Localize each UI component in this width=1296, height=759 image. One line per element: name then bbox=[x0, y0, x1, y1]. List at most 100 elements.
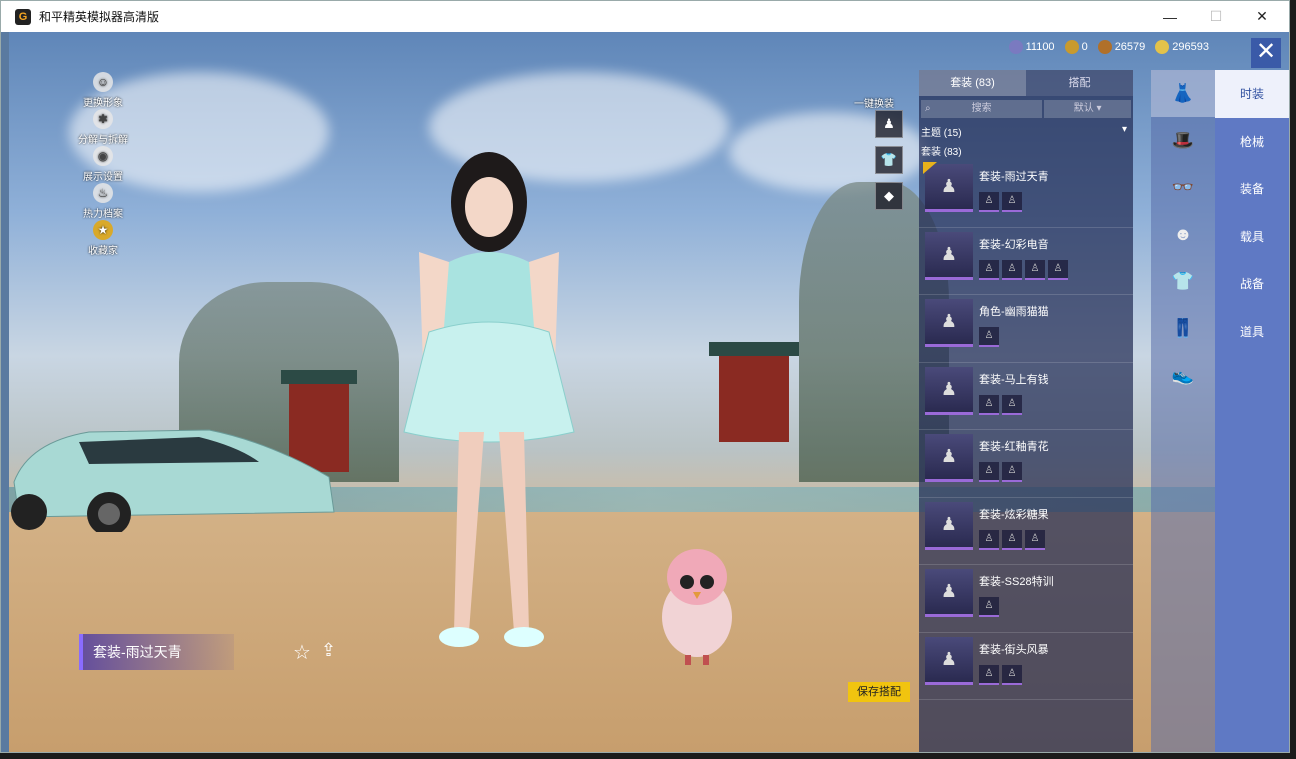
part-thumbnail[interactable]: ♙ bbox=[1025, 259, 1045, 280]
item-parts: ♙ ♙ bbox=[979, 192, 1049, 212]
item-info: 套装-马上有钱 ♙ ♙ bbox=[979, 367, 1049, 415]
heat-archive-button[interactable]: ♨ 热力档案 bbox=[73, 183, 133, 220]
part-thumbnail[interactable]: ♙ bbox=[979, 394, 999, 415]
shoes-icon[interactable]: 👟 bbox=[1151, 352, 1215, 399]
part-thumbnail[interactable]: ♙ bbox=[979, 597, 999, 617]
item-parts: ♙ bbox=[979, 327, 1049, 347]
item-name: 套装-雨过天青 bbox=[979, 171, 1049, 183]
collector-button[interactable]: ★ 收藏家 bbox=[73, 220, 133, 257]
list-item[interactable]: ♟ 套装-街头风暴 ♙ ♙ bbox=[919, 633, 1133, 700]
desktop-strip bbox=[1, 32, 9, 752]
currency-item: 0 bbox=[1064, 40, 1088, 54]
decompose-button[interactable]: ✱ 分解与拆解 bbox=[73, 109, 133, 146]
list-item[interactable]: ♟ 套装-SS28特训 ♙ bbox=[919, 565, 1133, 633]
part-thumbnail[interactable]: ♙ bbox=[1002, 529, 1022, 550]
item-info: 套装-街头风暴 ♙ ♙ bbox=[979, 637, 1049, 685]
coin-blue-icon bbox=[1008, 40, 1023, 54]
part-thumbnail[interactable]: ♙ bbox=[1048, 259, 1068, 280]
search-placeholder: 搜索 bbox=[971, 103, 992, 114]
part-thumbnail[interactable]: ♙ bbox=[979, 192, 999, 212]
currency-value: 11100 bbox=[1025, 41, 1055, 53]
headwear-icon[interactable]: 🎩 bbox=[1151, 117, 1215, 164]
share-icon[interactable]: ⇪ bbox=[321, 640, 345, 664]
part-thumbnail[interactable]: ♙ bbox=[979, 327, 999, 347]
tab-outfits[interactable]: 搭配 bbox=[1026, 70, 1133, 96]
heat-archive-label: 热力档案 bbox=[83, 209, 123, 220]
person-icon: ☺ bbox=[93, 72, 113, 92]
pants-icon[interactable]: 👖 bbox=[1151, 305, 1215, 352]
part-thumbnail[interactable]: ♙ bbox=[979, 462, 999, 482]
chevron-down-icon: ▾ bbox=[1121, 124, 1127, 135]
decompose-label: 分解与拆解 bbox=[78, 135, 128, 146]
minimize-button[interactable]: — bbox=[1147, 1, 1193, 32]
part-thumbnail[interactable]: ♙ bbox=[979, 529, 999, 550]
item-info: 套装-SS28特训 ♙ bbox=[979, 569, 1054, 617]
star-icon[interactable]: ☆ bbox=[293, 640, 317, 664]
sort-dropdown[interactable]: 默认 ▾ bbox=[1044, 100, 1131, 118]
category-props[interactable]: 道具 bbox=[1215, 308, 1289, 356]
group-theme[interactable]: 主题 (15) ▾ bbox=[919, 122, 1133, 141]
currency-value: 0 bbox=[1081, 41, 1088, 53]
current-outfit-label: 套装-雨过天青 bbox=[79, 634, 234, 670]
category-guns[interactable]: 枪械 bbox=[1215, 118, 1289, 166]
temple bbox=[719, 352, 789, 442]
category-nav: 时装 枪械 装备 载具 战备 道具 bbox=[1215, 70, 1289, 752]
top-icon[interactable]: 👕 bbox=[1151, 258, 1215, 305]
quick-tools: ♟ 👕 ◆ bbox=[875, 110, 905, 218]
part-thumbnail[interactable]: ♙ bbox=[979, 664, 999, 685]
part-thumbnail[interactable]: ♙ bbox=[1002, 259, 1022, 280]
currency-item: 26579 bbox=[1097, 40, 1145, 54]
maximize-button[interactable]: ☐ bbox=[1193, 1, 1239, 32]
part-thumbnail[interactable]: ♙ bbox=[1002, 664, 1022, 685]
list-item[interactable]: ♟ 套装-马上有钱 ♙ ♙ bbox=[919, 363, 1133, 430]
item-list: ♟ 套装-雨过天青 ♙ ♙ ♟ 套装-幻彩电音 ♙ ♙ ♙ ♙ ♟ 角色-幽雨猫猫 ♙ ♟ 套装-马上有钱 ♙… bbox=[919, 160, 1133, 700]
outfit-icon[interactable]: 👗 bbox=[1151, 70, 1215, 117]
part-thumbnail[interactable]: ♙ bbox=[1002, 394, 1022, 415]
item-name: 角色-幽雨猫猫 bbox=[979, 306, 1049, 318]
part-thumbnail[interactable]: ♙ bbox=[979, 259, 999, 280]
emblem-icon[interactable]: ◆ bbox=[875, 182, 903, 210]
part-thumbnail[interactable]: ♙ bbox=[1002, 192, 1022, 212]
list-item[interactable]: ♟ 套装-雨过天青 ♙ ♙ bbox=[919, 160, 1133, 228]
outfit-thumbnail: ♟ bbox=[925, 501, 973, 550]
search-row: ⌕ 搜索 默认 ▾ bbox=[921, 100, 1131, 118]
list-item[interactable]: ♟ 套装-炫彩糖果 ♙ ♙ ♙ bbox=[919, 498, 1133, 565]
coin-bronze-icon bbox=[1097, 40, 1112, 54]
part-thumbnail[interactable]: ♙ bbox=[1002, 462, 1022, 482]
outfit-thumbnail: ♟ bbox=[925, 231, 973, 280]
search-input[interactable]: ⌕ 搜索 bbox=[921, 100, 1043, 118]
category-fashion[interactable]: 时装 bbox=[1215, 70, 1289, 118]
app-window: G 和平精英模拟器高清版 — ☐ ✕ ☺ 更换形象 ✱ 分解与拆解 ◉ 展示设置… bbox=[0, 0, 1290, 753]
close-window-button[interactable]: ✕ bbox=[1239, 1, 1285, 32]
change-avatar-button[interactable]: ☺ 更换形象 bbox=[73, 72, 133, 109]
save-outfit-button[interactable]: 保存搭配 bbox=[848, 682, 910, 702]
item-parts: ♙ ♙ ♙ ♙ bbox=[979, 259, 1068, 280]
one-click-outfit[interactable]: 一键换装 bbox=[854, 95, 894, 110]
item-name: 套装-马上有钱 bbox=[979, 373, 1049, 386]
item-info: 套装-红釉青花 ♙ ♙ bbox=[979, 434, 1049, 482]
list-item[interactable]: ♟ 套装-红釉青花 ♙ ♙ bbox=[919, 430, 1133, 498]
character-preview-icon[interactable]: ♟ bbox=[875, 110, 903, 138]
currency-bar: 11100 0 26579 296593 bbox=[1008, 40, 1209, 54]
item-name: 套装-SS28特训 bbox=[979, 576, 1054, 588]
mask-icon[interactable]: ☻ bbox=[1151, 211, 1215, 258]
category-vehicles[interactable]: 载具 bbox=[1215, 213, 1289, 261]
part-thumbnail[interactable]: ♙ bbox=[1025, 529, 1045, 550]
display-settings-label: 展示设置 bbox=[83, 172, 123, 183]
glasses-icon[interactable]: 👓 bbox=[1151, 164, 1215, 211]
category-equipment[interactable]: 装备 bbox=[1215, 165, 1289, 213]
list-item[interactable]: ♟ 角色-幽雨猫猫 ♙ bbox=[919, 295, 1133, 363]
item-parts: ♙ ♙ bbox=[979, 664, 1049, 685]
pagoda-roof bbox=[281, 370, 357, 384]
item-panel: 套装 (83) 搭配 ⌕ 搜索 默认 ▾ 主题 (15) ▾ 套装 (83) ♟ 套装… bbox=[919, 70, 1133, 752]
item-info: 套装-幻彩电音 ♙ ♙ ♙ ♙ bbox=[979, 232, 1068, 280]
pet-companion bbox=[662, 549, 732, 665]
close-icon[interactable]: ✕ bbox=[1251, 38, 1281, 68]
category-battle-prep[interactable]: 战备 bbox=[1215, 260, 1289, 308]
wardrobe-icon[interactable]: 👕 bbox=[875, 146, 903, 174]
display-settings-button[interactable]: ◉ 展示设置 bbox=[73, 146, 133, 183]
tab-suits[interactable]: 套装 (83) bbox=[919, 70, 1026, 96]
list-item[interactable]: ♟ 套装-幻彩电音 ♙ ♙ ♙ ♙ bbox=[919, 228, 1133, 295]
change-avatar-label: 更换形象 bbox=[83, 98, 123, 109]
gear-icon: ✱ bbox=[93, 109, 113, 129]
